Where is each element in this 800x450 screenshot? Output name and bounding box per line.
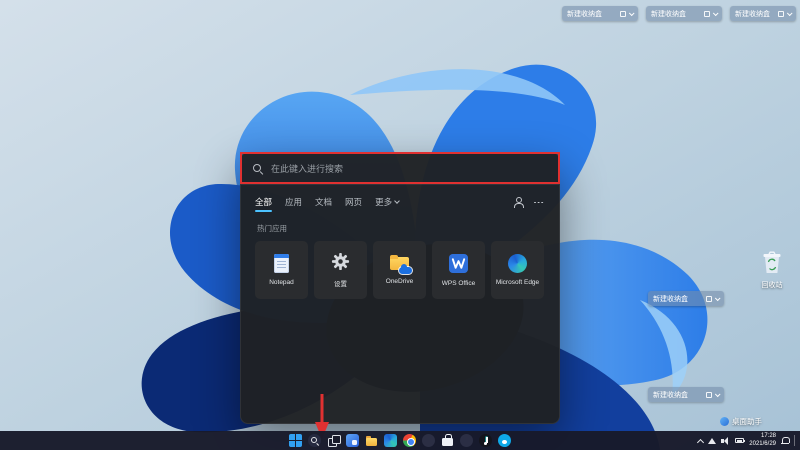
- organizer-box-title: 新建收纳盒: [735, 9, 775, 19]
- app-label: 设置: [334, 278, 347, 288]
- file-explorer-icon[interactable]: [365, 434, 378, 447]
- taskbar-center: [289, 431, 511, 450]
- organizer-box-title: 新建收纳盒: [651, 9, 701, 19]
- app-label: OneDrive: [386, 278, 413, 285]
- tab-documents[interactable]: 文档: [315, 196, 332, 208]
- search-tabs: 全部 应用 文档 网页 更多: [241, 185, 559, 213]
- organizer-collapse-icon[interactable]: [715, 295, 721, 301]
- chrome-icon[interactable]: [403, 434, 416, 447]
- settings-gear-icon: [331, 252, 351, 272]
- organizer-collapse-icon[interactable]: [715, 391, 721, 397]
- tab-all[interactable]: 全部: [255, 196, 272, 208]
- recycle-bin[interactable]: 回收站: [752, 250, 792, 290]
- app-label: WPS Office: [442, 280, 475, 287]
- widgets-icon[interactable]: [346, 434, 359, 447]
- network-icon[interactable]: [708, 438, 716, 444]
- organizer-box[interactable]: 新建收纳盒: [646, 6, 722, 21]
- tray-expand-icon[interactable]: [696, 437, 703, 444]
- organizer-grid-icon[interactable]: [706, 392, 712, 398]
- system-tray: 17:28 2021/6/29: [696, 431, 797, 450]
- qq-icon[interactable]: [498, 434, 511, 447]
- organizer-box[interactable]: 新建收纳盒: [648, 291, 724, 306]
- clock-time: 17:28: [749, 433, 776, 441]
- organizer-box-title: 新建收纳盒: [567, 9, 617, 19]
- search-input[interactable]: [271, 164, 547, 174]
- desktop-assistant-label: 桌面助手: [732, 416, 762, 427]
- desktop-assistant-icon: [720, 417, 729, 426]
- organizer-collapse-icon[interactable]: [713, 10, 719, 16]
- taskbar-search-icon[interactable]: [308, 434, 321, 447]
- task-view-icon[interactable]: [327, 434, 340, 447]
- clock-date: 2021/6/29: [749, 441, 776, 449]
- edge-icon: [508, 254, 527, 273]
- start-button[interactable]: [289, 434, 302, 447]
- search-box[interactable]: [241, 153, 559, 185]
- organizer-box-title: 新建收纳盒: [653, 390, 703, 400]
- organizer-grid-icon[interactable]: [620, 11, 626, 17]
- organizer-box[interactable]: 新建收纳盒: [730, 6, 796, 21]
- tab-more-label: 更多: [375, 196, 392, 208]
- tiktok-icon[interactable]: [479, 434, 492, 447]
- tab-apps[interactable]: 应用: [285, 196, 302, 208]
- search-panel: 全部 应用 文档 网页 更多 热门应用 Notepad: [240, 152, 560, 424]
- organizer-box[interactable]: 新建收纳盒: [648, 387, 724, 402]
- organizer-grid-icon[interactable]: [706, 296, 712, 302]
- search-icon: [253, 164, 263, 174]
- taskbar-clock[interactable]: 17:28 2021/6/29: [749, 433, 776, 449]
- wps-icon: [449, 254, 469, 274]
- recycle-bin-icon: [761, 250, 783, 274]
- chevron-down-icon: [394, 198, 400, 204]
- organizer-grid-icon[interactable]: [704, 11, 710, 17]
- account-icon[interactable]: [513, 197, 523, 207]
- tab-web[interactable]: 网页: [345, 196, 362, 208]
- desktop-assistant[interactable]: 桌面助手: [720, 416, 762, 427]
- microsoft-store-icon[interactable]: [441, 434, 454, 447]
- organizer-collapse-icon[interactable]: [629, 10, 635, 16]
- app-tile-onedrive[interactable]: OneDrive: [373, 241, 426, 299]
- recycle-bin-label: 回收站: [752, 280, 792, 290]
- organizer-collapse-icon[interactable]: [787, 10, 793, 16]
- onedrive-folder-icon: [390, 255, 410, 272]
- organizer-box[interactable]: 新建收纳盒: [562, 6, 638, 21]
- app-icon[interactable]: [422, 434, 435, 447]
- top-apps-heading: 热门应用: [241, 213, 559, 241]
- app-tile-notepad[interactable]: Notepad: [255, 241, 308, 299]
- top-apps-row: Notepad 设置 OneDrive: [241, 241, 559, 299]
- notifications-icon[interactable]: [781, 437, 789, 445]
- more-options-icon[interactable]: [534, 197, 545, 207]
- onedrive-cloud-icon: [399, 267, 412, 274]
- app-icon[interactable]: [460, 434, 473, 447]
- tab-more[interactable]: 更多: [375, 196, 399, 208]
- app-label: Notepad: [269, 279, 294, 286]
- volume-icon[interactable]: [721, 437, 730, 445]
- battery-icon[interactable]: [735, 438, 744, 443]
- app-tile-edge[interactable]: Microsoft Edge: [491, 241, 544, 299]
- app-tile-wps-office[interactable]: WPS Office: [432, 241, 485, 299]
- show-desktop-button[interactable]: [794, 435, 797, 446]
- taskbar: 17:28 2021/6/29: [0, 431, 800, 450]
- edge-taskbar-icon[interactable]: [384, 434, 397, 447]
- notepad-icon: [274, 254, 289, 273]
- app-label: Microsoft Edge: [496, 279, 539, 286]
- app-tile-settings[interactable]: 设置: [314, 241, 367, 299]
- organizer-box-title: 新建收纳盒: [653, 294, 703, 304]
- organizer-grid-icon[interactable]: [778, 11, 784, 17]
